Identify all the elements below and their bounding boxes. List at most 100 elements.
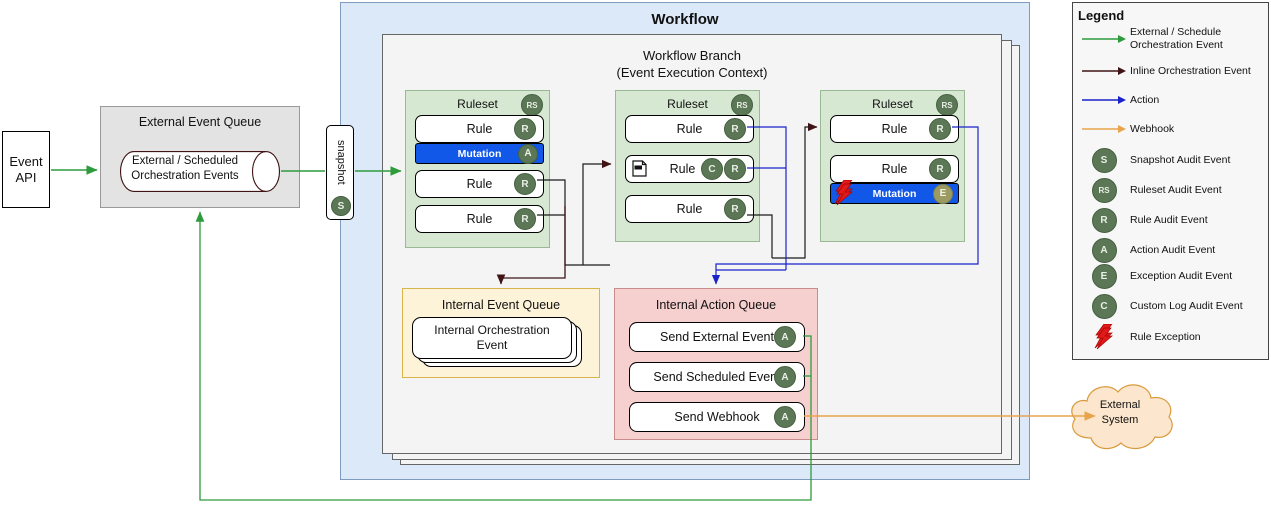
custom-log-audit-badge: C (701, 158, 723, 180)
legend-label-webhook: Webhook (1130, 123, 1174, 136)
legend-row-snapshot-audit-event: S Snapshot Audit Event (1078, 148, 1264, 172)
action-send-external-event-label: Send External Event (660, 330, 774, 344)
external-system-line1: External (1100, 398, 1140, 413)
ruleset-1-rule-3-label: Rule (467, 212, 493, 226)
legend-label-line1: External / Schedule (1130, 26, 1223, 39)
action-send-scheduled-event[interactable]: Send Scheduled Event A (629, 362, 805, 392)
arrow-icon (1078, 124, 1130, 134)
action-send-external-event[interactable]: Send External Event A (629, 322, 805, 352)
internal-orchestration-event-line2: Event (477, 338, 508, 353)
legend-row-ruleset-audit-event: RS Ruleset Audit Event (1078, 178, 1264, 202)
legend-row-inline-orchestration-event: Inline Orchestration Event (1078, 60, 1264, 82)
action-audit-badge: A (518, 144, 538, 164)
ruleset-2-rule-1-label: Rule (677, 122, 703, 136)
legend-label-action-audit-event: Action Audit Event (1130, 244, 1215, 257)
internal-orchestration-event-line1: Internal Orchestration (434, 323, 549, 338)
ruleset-2-rule-3[interactable]: Rule R (625, 195, 754, 223)
action-audit-badge-icon: A (1078, 238, 1130, 263)
rule-audit-badge: R (929, 118, 951, 140)
ruleset-2-rule-3-label: Rule (677, 202, 703, 216)
ruleset-3-mutation-label: Mutation (873, 188, 917, 200)
exception-audit-badge-icon: E (1078, 264, 1130, 289)
ruleset-1-rule-2[interactable]: Rule R (415, 170, 544, 198)
legend-row-action: Action (1078, 89, 1264, 111)
legend-label-snapshot-audit-event: Snapshot Audit Event (1130, 154, 1230, 167)
ruleset-3-rule-1[interactable]: Rule R (830, 115, 959, 143)
internal-event-queue-title: Internal Event Queue (402, 296, 600, 313)
snapshot-audit-badge-icon: S (1078, 148, 1130, 173)
ruleset-3-audit-badge: RS (936, 94, 958, 116)
workflow-branch-title: Workflow Branch (Event Execution Context… (382, 44, 1002, 84)
ruleset-1-mutation[interactable]: Mutation A (415, 143, 544, 164)
ruleset-1-rule-3[interactable]: Rule R (415, 205, 544, 233)
legend-label-wrap: External / Schedule Orchestration Event (1130, 26, 1223, 52)
snapshot-audit-badge: S (331, 196, 351, 216)
external-orchestration-events-line1: External / Scheduled (120, 154, 250, 169)
ruleset-3: Ruleset RS Rule R Rule R Mutation E (820, 90, 965, 242)
ruleset-3-rule-1-label: Rule (882, 122, 908, 136)
event-api-line1: Event (9, 154, 42, 170)
ruleset-2-rule-1[interactable]: Rule R (625, 115, 754, 143)
action-send-webhook-label: Send Webhook (674, 410, 759, 424)
legend-row-action-audit-event: A Action Audit Event (1078, 238, 1264, 262)
ruleset-audit-badge-icon: RS (1078, 178, 1130, 203)
snapshot-label-wrap: snapshot (327, 126, 355, 198)
snapshot-node: snapshot S (326, 125, 354, 220)
legend-row-external-schedule-event: External / Schedule Orchestration Event (1078, 22, 1264, 56)
external-event-queue-title: External Event Queue (100, 113, 300, 131)
external-orchestration-events-line2: Orchestration Events (120, 169, 250, 184)
action-send-webhook[interactable]: Send Webhook A (629, 402, 805, 432)
rule-exception-icon (1078, 324, 1130, 350)
action-send-scheduled-event-label: Send Scheduled Event (653, 370, 780, 384)
arrow-icon (1078, 34, 1130, 44)
rule-audit-badge-icon: R (1078, 208, 1130, 233)
rule-audit-badge: R (514, 173, 536, 195)
rule-audit-badge: R (724, 118, 746, 140)
ruleset-1: Ruleset RS Rule R Mutation A Rule R Rule… (405, 90, 550, 248)
ruleset-3-rule-2-label: Rule (882, 162, 908, 176)
ruleset-3-mutation[interactable]: Mutation E (830, 183, 959, 204)
rule-audit-badge: R (929, 158, 951, 180)
ruleset-1-audit-badge: RS (521, 94, 543, 116)
legend-badge-r: R (1092, 208, 1117, 233)
legend-label-ruleset-audit-event: Ruleset Audit Event (1130, 184, 1222, 197)
log-document-icon (632, 160, 647, 177)
legend-badge-e: E (1092, 264, 1117, 289)
legend-label-rule-exception: Rule Exception (1130, 331, 1201, 344)
ruleset-3-rule-2[interactable]: Rule R (830, 155, 959, 183)
workflow-branch-title-line2: (Event Execution Context) (616, 64, 767, 81)
legend-label-line2: Orchestration Event (1130, 39, 1223, 52)
workflow-title: Workflow (340, 6, 1030, 32)
arrow-icon (1078, 95, 1130, 105)
external-orchestration-events-cylinder: External / Scheduled Orchestration Event… (120, 151, 280, 192)
legend-label-inline-orchestration-event: Inline Orchestration Event (1130, 65, 1251, 78)
ruleset-1-rule-1-label: Rule (467, 122, 493, 136)
rule-audit-badge: R (514, 118, 536, 140)
legend-label-action: Action (1130, 94, 1159, 107)
arrow-icon (1078, 66, 1130, 76)
ruleset-2-audit-badge: RS (731, 94, 753, 116)
legend-label-rule-audit-event: Rule Audit Event (1130, 214, 1208, 227)
rule-exception-icon (833, 180, 855, 209)
legend-row-webhook: Webhook (1078, 118, 1264, 140)
internal-orchestration-event[interactable]: Internal Orchestration Event (412, 317, 572, 359)
ruleset-1-rule-1[interactable]: Rule R (415, 115, 544, 143)
rule-audit-badge: R (514, 208, 536, 230)
workflow-branch-title-line1: Workflow Branch (643, 47, 741, 64)
rule-audit-badge: R (724, 198, 746, 220)
action-audit-badge: A (774, 406, 796, 428)
legend-label-exception-audit-event: Exception Audit Event (1130, 270, 1232, 283)
legend-row-rule-audit-event: R Rule Audit Event (1078, 208, 1264, 232)
exception-audit-badge: E (933, 184, 953, 204)
ruleset-1-mutation-label: Mutation (458, 148, 502, 160)
snapshot-label: snapshot (335, 140, 347, 185)
rule-audit-badge: R (724, 158, 746, 180)
legend-label-custom-log-audit-event: Custom Log Audit Event (1130, 300, 1243, 313)
legend-row-exception-audit-event: E Exception Audit Event (1078, 264, 1264, 288)
action-audit-badge: A (774, 366, 796, 388)
ruleset-2: Ruleset RS Rule R Rule C R Rule R (615, 90, 760, 242)
legend-badge-rs: RS (1092, 178, 1117, 203)
event-api-line2: API (16, 170, 37, 186)
ruleset-2-rule-2[interactable]: Rule C R (625, 155, 754, 183)
ruleset-1-rule-2-label: Rule (467, 177, 493, 191)
